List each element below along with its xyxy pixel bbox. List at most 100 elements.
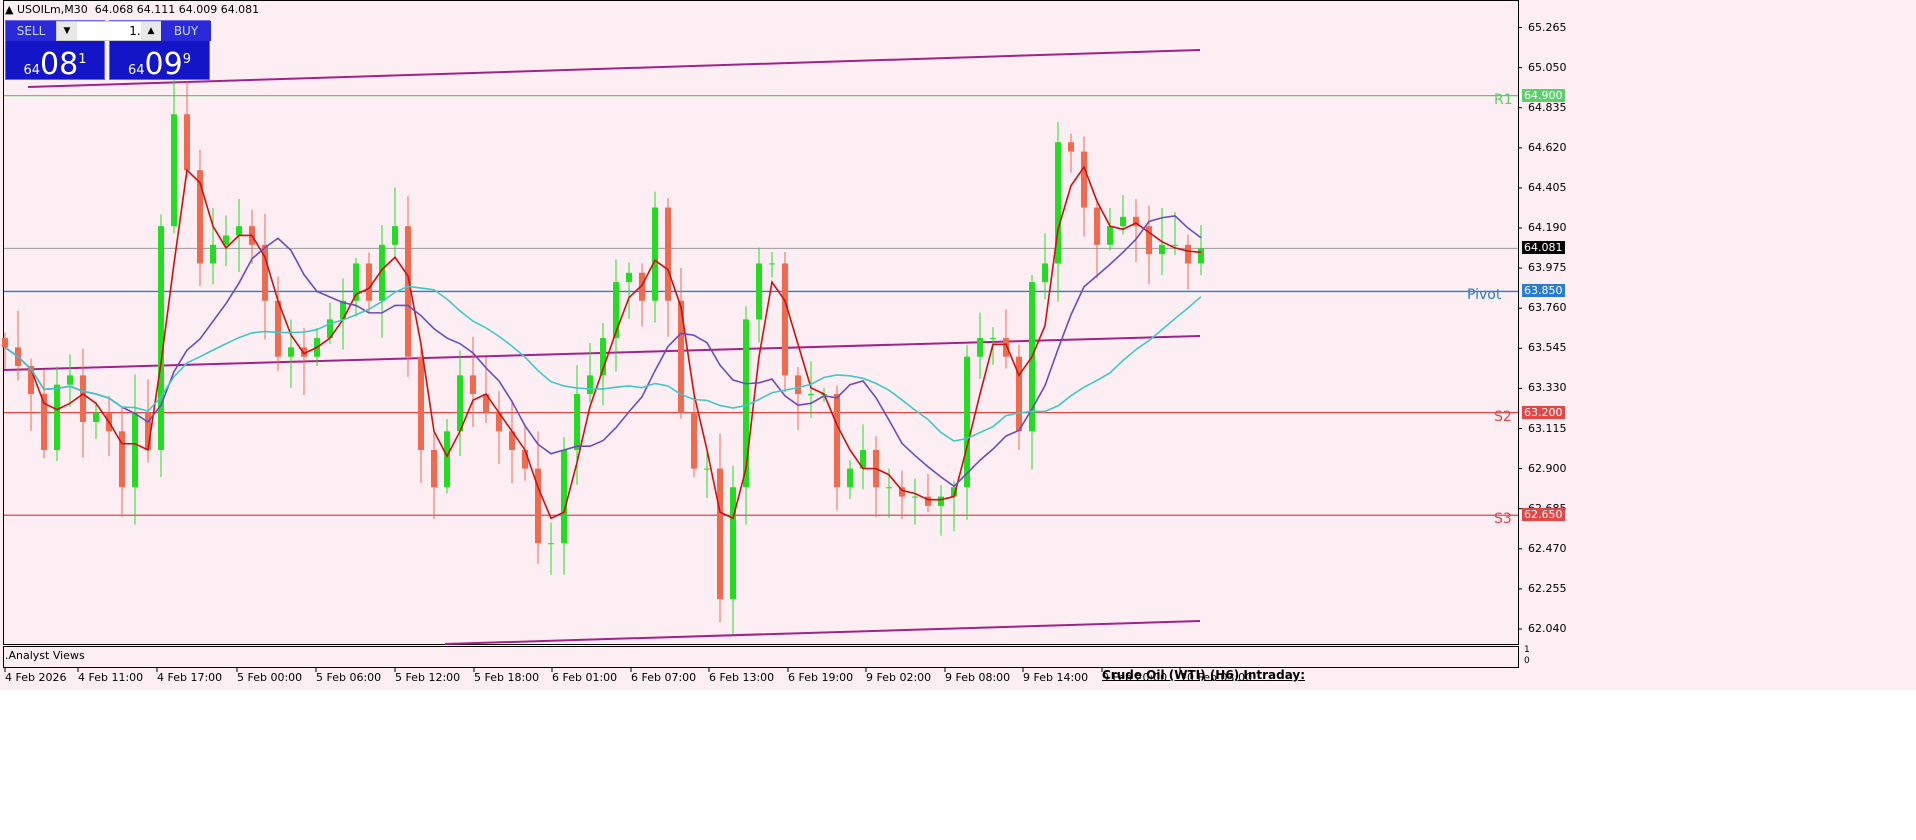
- subwindow-scale-bottom: 0: [1524, 656, 1530, 666]
- candle-body: [1172, 244, 1178, 246]
- candle-body: [1198, 248, 1204, 264]
- candle-body: [2, 338, 8, 348]
- candle-body: [54, 384, 60, 450]
- candle-body: [665, 207, 671, 301]
- candle-body: [67, 375, 73, 385]
- subwindow-scale-top: 1: [1524, 645, 1530, 655]
- candle-body: [990, 338, 996, 340]
- candle-body: [808, 394, 814, 396]
- buy-label: BUY: [161, 21, 211, 41]
- symbol-label: USOILm,M30: [16, 3, 88, 16]
- candle-body: [938, 496, 944, 506]
- chart-header: ▲ USOILm,M30 64.068 64.111 64.009 64.081: [5, 3, 260, 16]
- x-tick-label: 6 Feb 01:00: [552, 671, 618, 684]
- candle-body: [132, 412, 138, 488]
- buy-price: 64099: [127, 47, 191, 82]
- x-tick-label: 6 Feb 13:00: [709, 671, 775, 684]
- x-tick-label: 6 Feb 07:00: [631, 671, 697, 684]
- y-tick-label: 62.470: [1528, 541, 1567, 555]
- candle-body: [691, 412, 697, 469]
- candle-body: [730, 487, 736, 600]
- y-tick-label: 62.900: [1528, 461, 1567, 475]
- candle-body: [574, 394, 580, 450]
- candle-body: [1094, 207, 1100, 245]
- candle-body: [1107, 226, 1113, 245]
- candle-body: [912, 496, 918, 498]
- sell-label: SELL: [6, 21, 56, 41]
- lot-decrease-icon[interactable]: ▼: [57, 22, 77, 40]
- candle-body: [184, 114, 190, 171]
- y-tick-label: 63.545: [1528, 341, 1567, 355]
- subwindow-frame: [3, 646, 1519, 668]
- y-tick-label: 64.835: [1528, 100, 1567, 114]
- candle-body: [80, 375, 86, 422]
- candle-body: [834, 394, 840, 488]
- candle-body: [561, 449, 567, 544]
- y-tick-label: 64.405: [1528, 180, 1567, 194]
- x-tick-label: 9 Feb 14:00: [1023, 671, 1089, 684]
- chart-window[interactable]: ▲ USOILm,M30 64.068 64.111 64.009 64.081…: [0, 0, 1916, 690]
- candle-body: [756, 263, 762, 320]
- x-tick-label: 4 Feb 11:00: [78, 671, 144, 684]
- candle-body: [548, 543, 554, 545]
- candle-body: [977, 338, 983, 357]
- level-name-s2: S2: [1494, 408, 1512, 425]
- level-tag-s2: 63.200: [1522, 405, 1565, 419]
- x-tick-label: 5 Feb 18:00: [474, 671, 540, 684]
- y-tick-label: 64.190: [1528, 221, 1567, 235]
- x-tick-label: 5 Feb 00:00: [237, 671, 303, 684]
- candle-body: [1081, 151, 1087, 208]
- candle-body: [587, 375, 593, 395]
- candle-body: [782, 263, 788, 376]
- candle-body: [626, 272, 632, 283]
- candle-body: [847, 468, 853, 488]
- lot-increase-icon[interactable]: ▲: [141, 22, 161, 40]
- candle-body: [457, 375, 463, 432]
- channel-lower: [444, 620, 1201, 645]
- y-tick-label: 64.620: [1528, 140, 1567, 154]
- chart-frame: [3, 0, 1519, 645]
- candle-body: [275, 300, 281, 357]
- level-tag-pivot: 63.850: [1522, 284, 1565, 298]
- candle-body: [704, 468, 710, 470]
- price-chart[interactable]: [0, 0, 1916, 690]
- x-tick-label: 9 Feb 08:00: [945, 671, 1011, 684]
- y-tick-label: 63.330: [1528, 381, 1567, 395]
- candle-body: [392, 226, 398, 245]
- candle-body: [158, 226, 164, 450]
- candle-body: [1159, 244, 1165, 255]
- candle-body: [431, 449, 437, 488]
- candle-body: [1042, 263, 1048, 283]
- candle-body: [470, 375, 476, 395]
- y-tick-label: 63.115: [1528, 421, 1567, 435]
- x-tick-label: 10 Feb 03:00: [1180, 671, 1253, 684]
- level-name-r1: R1: [1494, 91, 1513, 108]
- candle-body: [236, 226, 242, 236]
- level-name-pivot: Pivot: [1467, 287, 1502, 304]
- candle-body: [1068, 142, 1074, 152]
- level-name-s3: S3: [1494, 511, 1512, 528]
- x-tick-label: 6 Feb 19:00: [788, 671, 854, 684]
- sell-price: 64081: [23, 47, 87, 82]
- candle-body: [795, 375, 801, 395]
- y-tick-label: 65.265: [1528, 20, 1567, 34]
- candle-body: [1120, 216, 1126, 227]
- x-tick-label: 5 Feb 12:00: [395, 671, 461, 684]
- y-tick-label: 62.040: [1528, 622, 1567, 635]
- candle-body: [444, 431, 450, 488]
- candle-body: [1016, 356, 1022, 432]
- x-tick-label: 5 Feb 06:00: [316, 671, 382, 684]
- x-tick-label: 9 Feb 02:00: [866, 671, 932, 684]
- ohlc-values: 64.068 64.111 64.009 64.081: [94, 3, 260, 16]
- candle-body: [1185, 244, 1191, 264]
- x-tick-label: 9 Feb 20:00: [1102, 671, 1168, 684]
- candle-body: [717, 468, 723, 600]
- y-tick-label: 62.255: [1528, 581, 1567, 595]
- candle-body: [886, 487, 892, 489]
- candle-body: [288, 347, 294, 357]
- level-tag-r1: 64.900: [1522, 88, 1565, 102]
- x-tick-label: 4 Feb 17:00: [157, 671, 223, 684]
- candle-body: [171, 114, 177, 227]
- y-tick-label: 65.050: [1528, 60, 1567, 74]
- candle-body: [652, 207, 658, 301]
